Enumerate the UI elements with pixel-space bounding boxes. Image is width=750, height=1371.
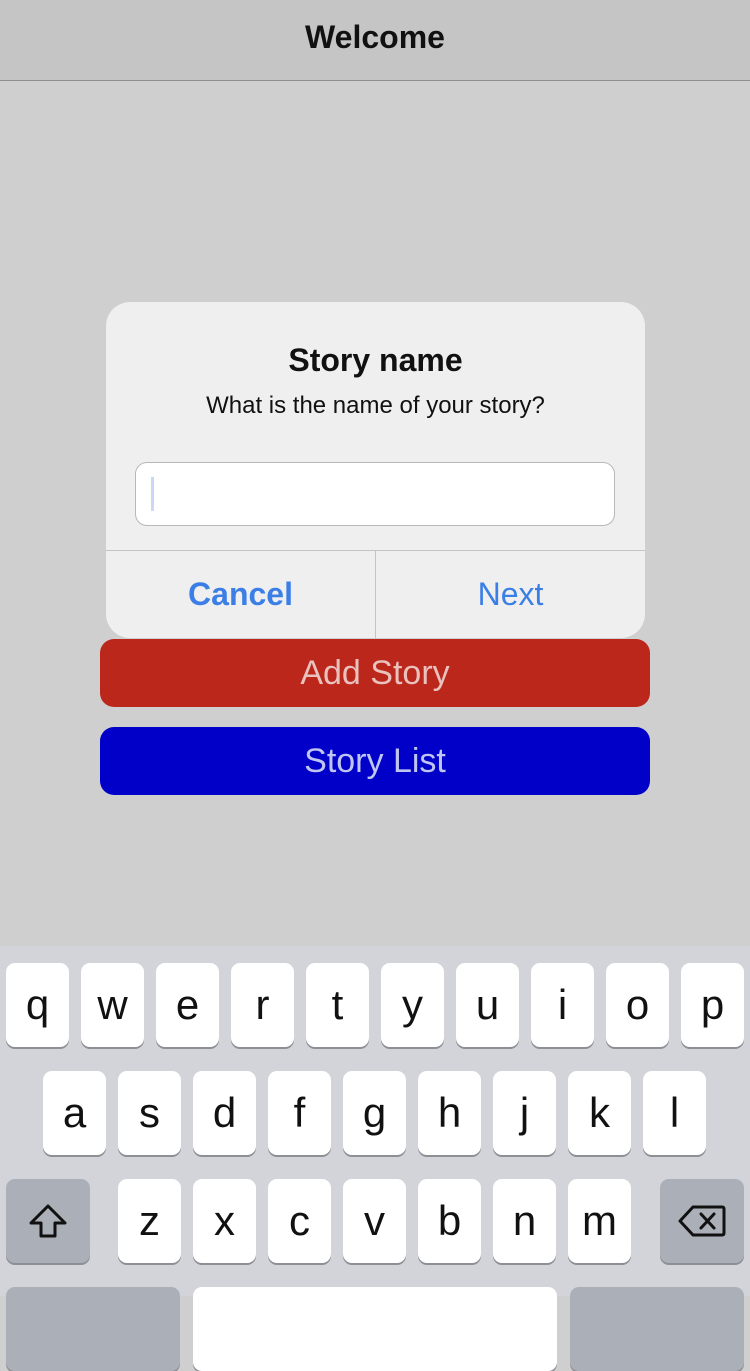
cancel-button[interactable]: Cancel — [106, 551, 375, 638]
dialog-message: What is the name of your story? — [206, 392, 545, 419]
key-f[interactable]: f — [268, 1071, 331, 1155]
story-list-button[interactable]: Story List — [100, 727, 650, 795]
key-u[interactable]: u — [456, 963, 519, 1047]
key-q[interactable]: q — [6, 963, 69, 1047]
key-r[interactable]: r — [231, 963, 294, 1047]
text-caret — [151, 477, 154, 511]
key-y[interactable]: y — [381, 963, 444, 1047]
shift-key[interactable] — [6, 1179, 90, 1263]
key-m[interactable]: m — [568, 1179, 631, 1263]
space-key[interactable] — [193, 1287, 557, 1371]
delete-key[interactable] — [660, 1179, 744, 1263]
key-s[interactable]: s — [118, 1071, 181, 1155]
key-v[interactable]: v — [343, 1179, 406, 1263]
backspace-icon — [678, 1205, 726, 1237]
key-h[interactable]: h — [418, 1071, 481, 1155]
on-screen-keyboard: q w e r t y u i o p a s d f g h j k l z … — [0, 946, 750, 1371]
key-k[interactable]: k — [568, 1071, 631, 1155]
key-d[interactable]: d — [193, 1071, 256, 1155]
key-w[interactable]: w — [81, 963, 144, 1047]
next-button[interactable]: Next — [376, 551, 645, 638]
add-story-button[interactable]: Add Story — [100, 639, 650, 707]
shift-arrow-icon — [29, 1204, 67, 1238]
key-x[interactable]: x — [193, 1179, 256, 1263]
story-name-input[interactable] — [135, 462, 615, 526]
key-a[interactable]: a — [43, 1071, 106, 1155]
key-l[interactable]: l — [643, 1071, 706, 1155]
key-p[interactable]: p — [681, 963, 744, 1047]
key-o[interactable]: o — [606, 963, 669, 1047]
key-z[interactable]: z — [118, 1179, 181, 1263]
numbers-key[interactable] — [6, 1287, 180, 1371]
key-e[interactable]: e — [156, 963, 219, 1047]
key-g[interactable]: g — [343, 1071, 406, 1155]
navigation-bar: Welcome — [0, 0, 750, 81]
return-key[interactable] — [570, 1287, 744, 1371]
key-b[interactable]: b — [418, 1179, 481, 1263]
dialog-title: Story name — [288, 342, 463, 378]
story-name-dialog: Story name What is the name of your stor… — [106, 302, 645, 638]
key-n[interactable]: n — [493, 1179, 556, 1263]
key-t[interactable]: t — [306, 963, 369, 1047]
page-title: Welcome — [305, 18, 445, 55]
key-j[interactable]: j — [493, 1071, 556, 1155]
key-c[interactable]: c — [268, 1179, 331, 1263]
key-i[interactable]: i — [531, 963, 594, 1047]
